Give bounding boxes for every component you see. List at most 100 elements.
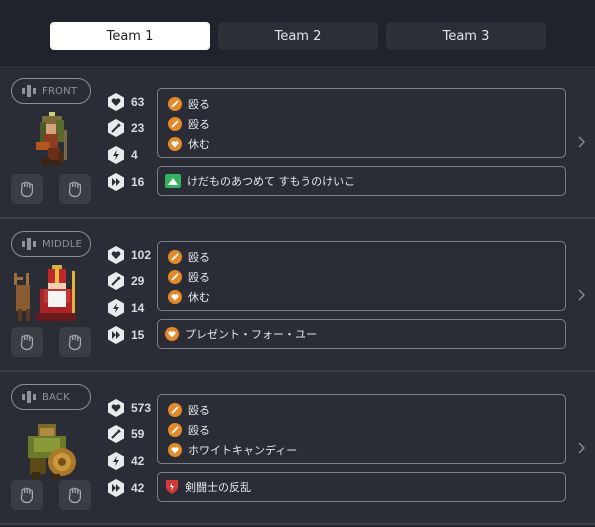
unit-row-front[interactable]: FRONT 63 23 4 16 殴る 殴る 休む けだものあつめて すもうのけ… — [0, 66, 595, 217]
unit-portrait — [14, 265, 76, 321]
glove-icon — [17, 179, 37, 199]
skill-label: 休む — [188, 291, 210, 304]
stat-speed: 4 — [106, 145, 154, 165]
special-skill-label: プレゼント・フォー・ユー — [185, 328, 317, 341]
stat-initiative: 15 — [106, 325, 154, 345]
section-divider — [0, 523, 595, 525]
glove-icon — [65, 179, 85, 199]
skill-label: 殴る — [188, 424, 210, 437]
special-skill[interactable]: けだものあつめて すもうのけいこ — [157, 166, 566, 196]
position-badge: FRONT — [11, 78, 91, 104]
sword-icon — [106, 118, 126, 138]
heart-icon — [165, 327, 179, 341]
heart-icon — [168, 290, 182, 304]
lightning-icon — [106, 451, 126, 471]
skills-list[interactable]: 殴る 殴る 休む — [157, 88, 566, 158]
stat-value: 63 — [131, 95, 145, 109]
skill-item: 殴る — [168, 422, 210, 438]
lightning-icon — [106, 145, 126, 165]
tab-team-1[interactable]: Team 1 — [50, 22, 210, 50]
equip-slot-right[interactable] — [59, 327, 91, 357]
position-label: BACK — [42, 391, 70, 403]
stat-initiative: 16 — [106, 172, 154, 192]
sword-icon — [168, 117, 182, 131]
special-skill[interactable]: プレゼント・フォー・ユー — [157, 319, 566, 349]
skill-item: 殴る — [168, 402, 210, 418]
unit-portrait — [36, 112, 67, 166]
chevron-right-icon[interactable] — [576, 289, 586, 301]
skill-label: 休む — [188, 138, 210, 151]
unit-portrait — [28, 424, 76, 480]
sword-icon — [106, 271, 126, 291]
chevron-right-icon[interactable] — [576, 136, 586, 148]
formation-icon — [22, 391, 36, 403]
position-badge: MIDDLE — [11, 231, 91, 257]
skill-item: 殴る — [168, 269, 210, 285]
sword-icon — [168, 97, 182, 111]
sword-icon — [168, 270, 182, 284]
stat-health: 573 — [106, 398, 154, 418]
sword-icon — [168, 250, 182, 264]
skill-item: 殴る — [168, 96, 210, 112]
team-tabs: Team 1 Team 2 Team 3 — [0, 0, 595, 64]
fast-forward-icon — [106, 172, 126, 192]
sword-icon — [168, 403, 182, 417]
equip-slot-left[interactable] — [11, 327, 43, 357]
sword-icon — [106, 424, 126, 444]
stat-value: 42 — [131, 481, 145, 495]
skill-item: 休む — [168, 136, 210, 152]
heart-icon — [168, 137, 182, 151]
skill-item: 殴る — [168, 249, 210, 265]
special-skill[interactable]: 剣闘士の反乱 — [157, 472, 566, 502]
green-banner-icon — [165, 174, 181, 188]
fast-forward-icon — [106, 478, 126, 498]
heart-icon — [106, 92, 126, 112]
skill-label: 殴る — [188, 118, 210, 131]
stat-value: 29 — [131, 274, 145, 288]
lightning-icon — [106, 298, 126, 318]
stat-initiative: 42 — [106, 478, 154, 498]
skill-item: 殴る — [168, 116, 210, 132]
skill-label: 殴る — [188, 271, 210, 284]
stat-value: 14 — [131, 301, 145, 315]
heart-icon — [106, 398, 126, 418]
glove-icon — [65, 485, 85, 505]
sword-icon — [168, 423, 182, 437]
stat-value: 23 — [131, 121, 145, 135]
skill-label: 殴る — [188, 98, 210, 111]
stat-value: 42 — [131, 454, 145, 468]
glove-icon — [17, 485, 37, 505]
red-shield-icon — [166, 480, 178, 494]
heart-icon — [106, 245, 126, 265]
equip-slot-right[interactable] — [59, 174, 91, 204]
stat-value: 15 — [131, 328, 145, 342]
unit-row-middle[interactable]: MIDDLE 102 29 14 15 殴る 殴る 休む プレゼント・フォー・ユ… — [0, 219, 595, 370]
chevron-right-icon[interactable] — [576, 442, 586, 454]
skill-item: 休む — [168, 289, 210, 305]
skills-list[interactable]: 殴る 殴る 休む — [157, 241, 566, 311]
stat-speed: 14 — [106, 298, 154, 318]
stat-value: 59 — [131, 427, 145, 441]
stat-health: 63 — [106, 92, 154, 112]
skills-list[interactable]: 殴る 殴る ホワイトキャンディー — [157, 394, 566, 464]
fast-forward-icon — [106, 325, 126, 345]
stat-speed: 42 — [106, 451, 154, 471]
special-skill-label: けだものあつめて すもうのけいこ — [187, 175, 356, 188]
unit-row-back[interactable]: BACK 573 59 42 42 殴る 殴る ホワイトキャンディー 剣闘士の反… — [0, 372, 595, 523]
stat-health: 102 — [106, 245, 154, 265]
equip-slot-left[interactable] — [11, 174, 43, 204]
skill-label: 殴る — [188, 251, 210, 264]
position-label: FRONT — [42, 85, 78, 97]
skill-label: 殴る — [188, 404, 210, 417]
stat-value: 4 — [131, 148, 138, 162]
tab-team-3[interactable]: Team 3 — [386, 22, 546, 50]
tab-team-2[interactable]: Team 2 — [218, 22, 378, 50]
formation-icon — [22, 238, 36, 250]
stat-value: 102 — [131, 248, 152, 262]
equip-slot-left[interactable] — [11, 480, 43, 510]
stat-value: 573 — [131, 401, 152, 415]
stat-value: 16 — [131, 175, 145, 189]
skill-label: ホワイトキャンディー — [188, 444, 298, 457]
heart-icon — [168, 443, 182, 457]
equip-slot-right[interactable] — [59, 480, 91, 510]
